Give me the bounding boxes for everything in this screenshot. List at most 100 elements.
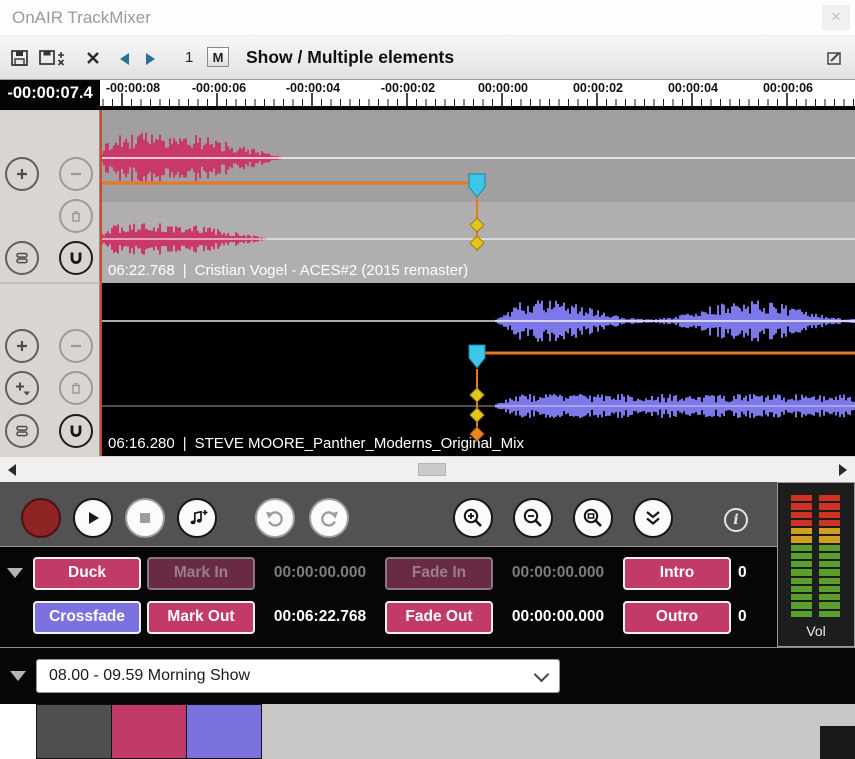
triangle-down-icon [7,568,23,578]
stop-button[interactable] [125,498,165,538]
undo-icon [264,507,286,529]
track2-lane[interactable]: 06:16.280 | STEVE MOORE_Panther_Moderns_… [100,283,855,456]
editor-row-2: Crossfade Mark Out 00:06:22.768 Fade Out… [0,600,777,634]
chevron-down-icon [534,666,550,682]
track2-delete-button[interactable] [59,371,93,405]
intro-button[interactable]: Intro [623,557,731,590]
duck-button[interactable]: Duck [33,557,141,590]
zoom-in-button[interactable] [453,498,493,538]
collapse-editor-toggle[interactable] [0,568,30,578]
window-title: OnAIR TrackMixer [12,8,151,28]
track1-loop-button[interactable] [59,241,93,275]
ruler-tick-label: -00:00:04 [286,81,340,95]
stop-icon [136,509,154,527]
record-button[interactable] [21,498,61,538]
monitor-toggle-button[interactable]: M [207,47,229,67]
scrollbar-thumb[interactable] [418,463,446,476]
delete-x-icon [86,51,100,65]
ruler-tick-label: -00:00:02 [381,81,435,95]
corner-block [820,726,855,759]
plus-dropdown-icon [13,380,31,396]
layers-icon [14,250,30,266]
next-arrow-icon[interactable] [146,53,155,65]
save-button[interactable] [6,48,32,68]
volume-meter-panel: Vol [777,482,855,647]
edit-note-icon [826,50,843,66]
layers-icon [14,423,30,439]
timeline-ruler[interactable]: -00:00:08 -00:00:06 -00:00:04 -00:00:02 … [100,80,855,106]
label-separator: | [183,435,187,452]
loop-u-icon [67,249,85,267]
playhead-line[interactable] [100,110,102,456]
edit-note-button[interactable] [821,48,847,68]
panel-divider [0,282,100,284]
previous-arrow-icon[interactable] [120,53,129,65]
zoom-out-icon [521,506,545,530]
horizontal-scrollbar[interactable] [0,456,855,482]
track1-title: Cristian Vogel - ACES#2 (2015 remaster) [195,262,468,279]
playhead-time-display: -00:00:07.4 [0,80,100,106]
undo-button[interactable] [255,498,295,538]
track2-title: STEVE MOORE_Panther_Moderns_Original_Mix [195,435,524,452]
crossfade-button[interactable]: Crossfade [33,601,141,634]
track1-lane[interactable]: 06:22.768 | Cristian Vogel - ACES#2 (201… [100,110,855,283]
scroll-left-arrow-icon[interactable] [8,464,16,476]
ruler-tick-label: 00:00:04 [668,81,718,95]
minus-icon [68,166,84,182]
selected-show: 08.00 - 09.59 Morning Show [49,667,250,685]
music-note-plus-icon [186,508,208,528]
playlist-item-block-1[interactable] [36,704,112,759]
track-controls-panel [0,110,100,456]
track1-layers-button[interactable] [5,241,39,275]
play-button[interactable] [73,498,113,538]
zoom-selection-button[interactable] [573,498,613,538]
save-icon [10,49,29,67]
track2-add-button[interactable] [5,329,39,363]
scroll-right-arrow-icon[interactable] [839,464,847,476]
title-bar: OnAIR TrackMixer × [0,0,855,36]
ruler-tick-label: 00:00:00 [478,81,528,95]
track2-add-dropdown-button[interactable] [5,371,39,405]
collapse-playlist-toggle[interactable] [10,671,26,681]
redo-icon [318,507,340,529]
info-button[interactable]: i [724,508,748,532]
track2-layers-button[interactable] [5,414,39,448]
zoom-out-button[interactable] [513,498,553,538]
delete-button[interactable] [80,48,106,68]
fade-out-button[interactable]: Fade Out [385,601,493,634]
ruler-tick-label: -00:00:06 [192,81,246,95]
loop-u-icon [67,422,85,440]
add-audio-button[interactable] [177,498,217,538]
save-new-button[interactable] [36,48,70,68]
track2-remove-button[interactable] [59,329,93,363]
trash-icon [68,208,84,224]
playlist-item-block-3[interactable] [186,704,262,759]
window-close-button[interactable]: × [822,5,850,30]
show-select-dropdown[interactable]: 08.00 - 09.59 Morning Show [36,659,560,693]
collapse-button[interactable] [633,498,673,538]
track1-add-button[interactable] [5,157,39,191]
fade-in-button[interactable]: Fade In [385,557,493,590]
fade-out-time: 00:00:00.000 [496,608,620,626]
transport-bar: i [0,482,777,546]
double-chevron-down-icon [641,506,665,530]
toolbar: 1 M Show / Multiple elements [0,36,855,80]
track2-loop-button[interactable] [59,414,93,448]
timeline-ruler-row: -00:00:07.4 -00:00:08 -00:00:06 -00:00:0… [0,80,855,110]
outro-count: 0 [738,608,760,626]
track2-label: 06:16.280 | STEVE MOORE_Panther_Moderns_… [100,430,855,456]
playlist-row: 08.00 - 09.59 Morning Show [0,647,855,704]
mark-out-button[interactable]: Mark Out [147,601,255,634]
vu-meter-right [819,495,840,617]
mark-in-button[interactable]: Mark In [147,557,255,590]
playlist-item-block-2[interactable] [111,704,187,759]
play-icon [83,508,103,528]
onair-trackmixer-window: OnAIR TrackMixer × 1 M Show / Multiple e… [0,0,855,759]
mark-out-time: 00:06:22.768 [258,608,382,626]
outro-button[interactable]: Outro [623,601,731,634]
ruler-tick-label: 00:00:02 [573,81,623,95]
track1-remove-button[interactable] [59,157,93,191]
redo-button[interactable] [309,498,349,538]
track1-delete-button[interactable] [59,199,93,233]
label-separator: | [183,262,187,279]
